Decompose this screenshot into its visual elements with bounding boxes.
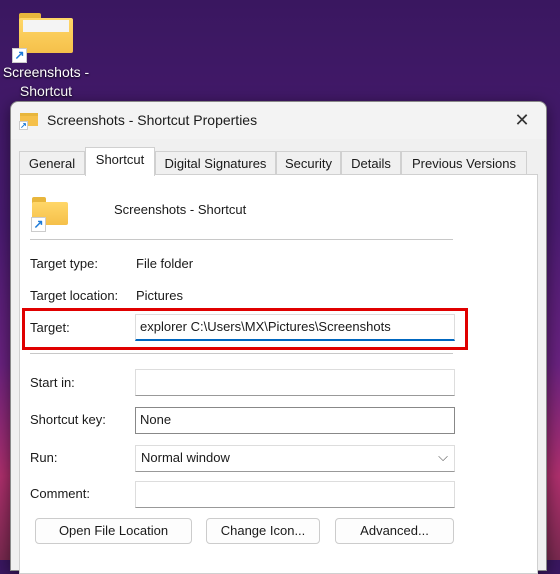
- start-in-input[interactable]: [135, 369, 455, 396]
- shortcut-arrow-icon: ↗: [31, 217, 46, 232]
- target-label: Target:: [30, 320, 70, 335]
- desktop-icon-label: Screenshots - Shortcut: [2, 64, 90, 99]
- comment-input[interactable]: [135, 481, 455, 508]
- desktop-shortcut-icon[interactable]: ↗ Screenshots - Shortcut: [0, 8, 92, 101]
- shortcut-key-label: Shortcut key:: [30, 412, 106, 427]
- tab-previous-versions[interactable]: Previous Versions: [401, 151, 527, 175]
- target-type-value: File folder: [136, 256, 194, 271]
- shortcut-arrow-icon: ↗: [19, 121, 28, 130]
- target-location-value: Pictures: [136, 288, 183, 303]
- tab-security[interactable]: Security: [276, 151, 341, 175]
- shortcut-key-input[interactable]: None: [135, 407, 455, 434]
- tab-details[interactable]: Details: [341, 151, 401, 175]
- run-select-value: Normal window: [141, 450, 230, 465]
- chevron-down-icon: ⌵: [438, 449, 448, 464]
- properties-dialog: ↗ Screenshots - Shortcut Properties ✕ Ge…: [10, 101, 547, 574]
- change-icon-button[interactable]: Change Icon...: [206, 518, 320, 544]
- comment-label: Comment:: [30, 486, 90, 501]
- start-in-label: Start in:: [30, 375, 75, 390]
- open-file-location-button[interactable]: Open File Location: [35, 518, 192, 544]
- target-location-label: Target location:: [30, 288, 119, 303]
- run-select[interactable]: Normal window ⌵: [135, 445, 455, 472]
- tab-general[interactable]: General: [19, 151, 85, 175]
- dialog-title: Screenshots - Shortcut Properties: [47, 112, 258, 128]
- tab-shortcut[interactable]: Shortcut: [85, 147, 155, 176]
- shortcut-tab-panel: ↗ Screenshots - Shortcut Target type: Fi…: [19, 174, 538, 574]
- close-button[interactable]: ✕: [510, 108, 534, 132]
- folder-icon: [19, 13, 73, 53]
- advanced-button[interactable]: Advanced...: [335, 518, 454, 544]
- tab-digital-signatures[interactable]: Digital Signatures: [155, 151, 276, 175]
- shortcut-arrow-icon: ↗: [12, 48, 27, 63]
- shortcut-name: Screenshots - Shortcut: [114, 202, 247, 217]
- run-label: Run:: [30, 450, 58, 465]
- title-bar: ↗ Screenshots - Shortcut Properties ✕: [11, 102, 546, 139]
- target-input[interactable]: explorer C:\Users\MX\Pictures\Screenshot…: [135, 314, 455, 341]
- target-type-label: Target type:: [30, 256, 98, 271]
